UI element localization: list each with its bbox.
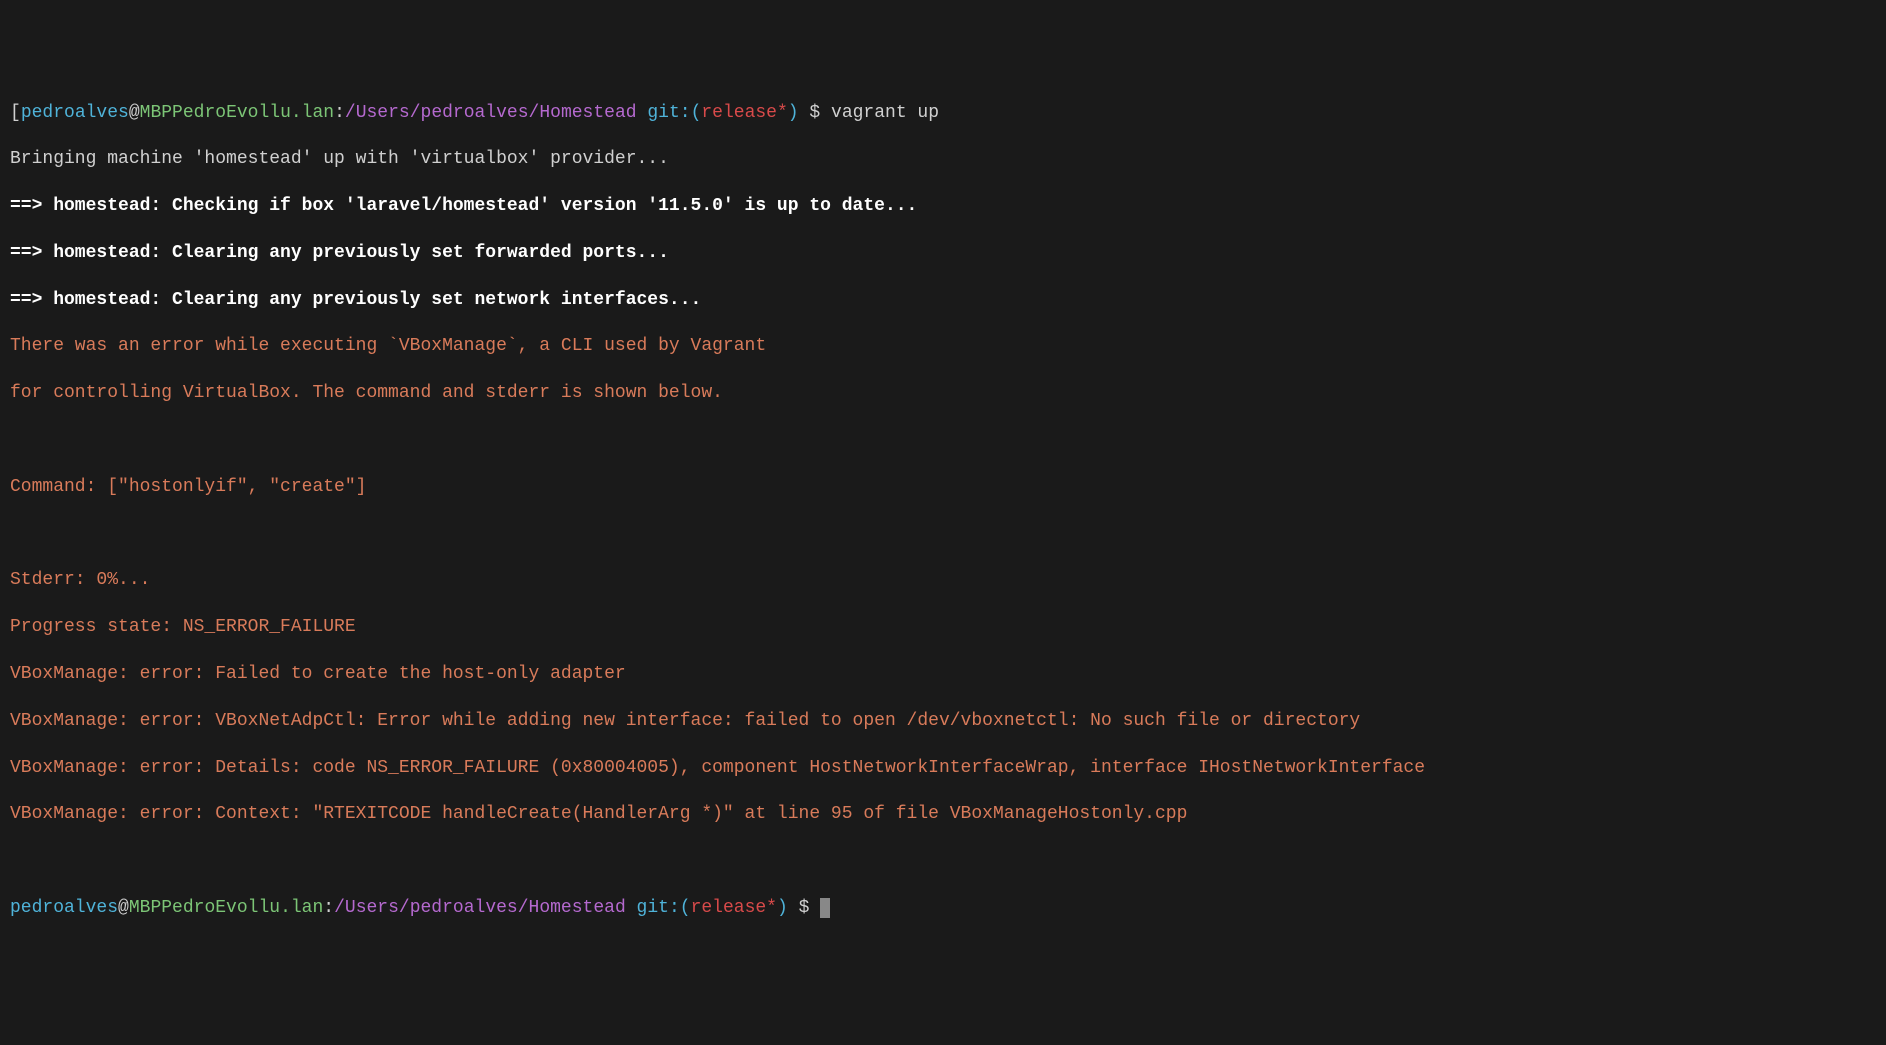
prompt-colon: :: [334, 103, 345, 123]
command-text: vagrant up: [831, 103, 939, 123]
prompt-user: pedroalves: [10, 898, 118, 918]
error-line: VBoxManage: error: Context: "RTEXITCODE …: [10, 803, 1876, 826]
prompt-colon: :: [323, 898, 334, 918]
prompt-bracket: [: [10, 103, 21, 123]
output-line: Bringing machine 'homestead' up with 'vi…: [10, 148, 1876, 171]
error-line: Stderr: 0%...: [10, 569, 1876, 592]
prompt-line-1: [pedroalves@MBPPedroEvollu.lan:/Users/pe…: [10, 102, 1876, 125]
prompt-at: @: [118, 898, 129, 918]
cursor-icon[interactable]: [820, 898, 830, 918]
output-line: ==> homestead: Clearing any previously s…: [10, 289, 1876, 312]
prompt-path: /Users/pedroalves/Homestead: [345, 103, 637, 123]
prompt-user: pedroalves: [21, 103, 129, 123]
prompt-line-2[interactable]: pedroalves@MBPPedroEvollu.lan:/Users/ped…: [10, 897, 1876, 920]
git-suffix: ): [788, 103, 799, 123]
error-line: Command: ["hostonlyif", "create"]: [10, 476, 1876, 499]
output-line: ==> homestead: Checking if box 'laravel/…: [10, 195, 1876, 218]
error-line: VBoxManage: error: VBoxNetAdpCtl: Error …: [10, 710, 1876, 733]
git-prefix: git:(: [626, 898, 691, 918]
prompt-path: /Users/pedroalves/Homestead: [334, 898, 626, 918]
error-line: Progress state: NS_ERROR_FAILURE: [10, 616, 1876, 639]
prompt-dollar: $: [788, 898, 820, 918]
error-line: There was an error while executing `VBox…: [10, 335, 1876, 358]
prompt-dollar: $: [799, 103, 831, 123]
git-suffix: ): [777, 898, 788, 918]
git-branch: release*: [701, 103, 787, 123]
error-line: VBoxManage: error: Failed to create the …: [10, 663, 1876, 686]
error-line: for controlling VirtualBox. The command …: [10, 382, 1876, 405]
blank-line: [10, 523, 1876, 546]
prompt-host: MBPPedroEvollu.lan: [129, 898, 323, 918]
error-line: VBoxManage: error: Details: code NS_ERRO…: [10, 757, 1876, 780]
blank-line: [10, 429, 1876, 452]
prompt-host: MBPPedroEvollu.lan: [140, 103, 334, 123]
blank-line: [10, 850, 1876, 873]
output-line: ==> homestead: Clearing any previously s…: [10, 242, 1876, 265]
prompt-at: @: [129, 103, 140, 123]
git-prefix: git:(: [637, 103, 702, 123]
git-branch: release*: [691, 898, 777, 918]
